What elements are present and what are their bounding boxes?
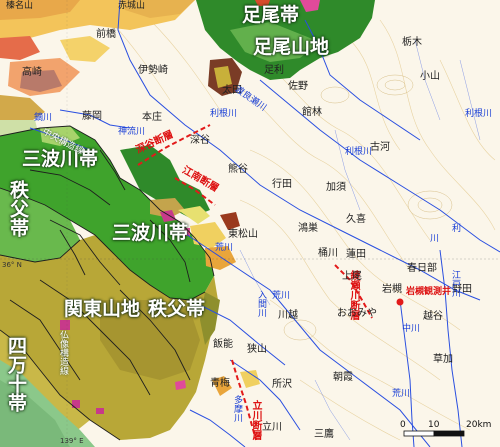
sanbagawa-central-label: 三波川帯	[112, 222, 189, 244]
city-konosu: 鴻巣	[298, 223, 318, 234]
city-kuki: 久喜	[346, 214, 366, 225]
mountain-akagi: 赤城山	[118, 1, 146, 11]
city-ageo: 上尾	[342, 271, 362, 282]
city-soka: 草加	[433, 354, 453, 365]
city-honjo: 本庄	[142, 112, 162, 123]
city-tochigi: 栃木	[402, 37, 422, 48]
city-koshigaya: 越谷	[423, 311, 443, 322]
river-label-tone-4: 利根川	[465, 109, 493, 119]
city-hanno: 飯能	[213, 339, 233, 350]
river-label-kabura: 鏑川	[34, 113, 53, 123]
river-label-kanna: 神流川	[118, 127, 146, 137]
scale-bar	[403, 430, 465, 437]
city-tatebayashi: 館林	[302, 107, 322, 118]
city-takasaki: 高崎	[22, 67, 42, 78]
city-oyama: 小山	[420, 71, 440, 82]
iwatsuki-well-marker	[396, 298, 404, 306]
map-svg	[0, 0, 500, 447]
city-ashikaga: 足利	[264, 65, 284, 76]
chichibu-south-label: 秩父帯	[148, 298, 206, 320]
city-fukaya: 深谷	[190, 135, 210, 146]
latitude-label: 36° N	[2, 261, 22, 269]
scale-label-10: 10	[428, 420, 440, 430]
scale-label-0: 0	[400, 420, 406, 430]
city-ome: 青梅	[210, 378, 230, 389]
kanto-mountains-label: 関東山地	[64, 298, 141, 320]
city-okegawa: 桶川	[318, 248, 338, 259]
city-kumagaya: 熊谷	[228, 164, 248, 175]
city-kazo: 加須	[326, 182, 346, 193]
city-hasuda: 蓮田	[346, 249, 366, 260]
ashio-mountains-label: 足尾山地	[253, 36, 330, 58]
city-higashimatsuyama: 東松山	[228, 229, 258, 240]
river-label-tone-1: 利根川	[210, 109, 238, 119]
river-label-kinu: 川	[430, 234, 440, 244]
river-label-edo: 江戸川	[450, 270, 460, 297]
city-asaka: 朝霞	[333, 372, 353, 383]
butsuzo-tectonic-line-label: 仏像構造線	[58, 330, 68, 375]
river-label-ara-1: 荒川	[215, 243, 234, 253]
longitude-label: 139° E	[60, 437, 84, 445]
river-label-tone-2: 利根川	[345, 147, 373, 157]
river-label-tone-3: 利	[452, 224, 462, 234]
city-tachikawa: 立川	[262, 422, 282, 433]
chichibu-west-label: 秩父帯	[7, 180, 29, 237]
river-label-iruma: 入間川	[256, 290, 266, 317]
scale-label-20km: 20km	[466, 420, 492, 430]
city-isesaki: 伊勢崎	[138, 65, 168, 76]
city-mitaka: 三鷹	[314, 429, 334, 440]
ashio-belt-label: 足尾帯	[242, 4, 300, 26]
shimanto-label: 四万十帯	[5, 336, 27, 412]
city-koga: 古河	[370, 142, 390, 153]
city-maebashi: 前橋	[96, 29, 116, 40]
river-label-ara-2: 荒川	[272, 291, 291, 301]
city-sayama: 狭山	[247, 344, 267, 355]
river-label-tama: 多摩川	[232, 395, 242, 422]
geologic-map: 足尾帯 足尾山地 三波川帯 秩父帯 三波川帯 関東山地 秩父帯 四万十帯 中央構…	[0, 0, 500, 447]
city-omiya: おおみや	[337, 308, 377, 319]
city-kawagoe: 川越	[278, 310, 298, 321]
city-iwatsuki: 岩槻	[382, 284, 402, 295]
mountain-haruna: 榛名山	[6, 1, 34, 11]
city-tokorozawa: 所沢	[272, 379, 292, 390]
sanbagawa-nw-label: 三波川帯	[22, 148, 99, 170]
fault-label-tachikawa: 立川断層	[250, 400, 261, 440]
iwatsuki-well-label: 岩槻観測井	[406, 287, 452, 297]
city-fujioka: 藤岡	[82, 111, 102, 122]
city-sano: 佐野	[288, 81, 308, 92]
city-gyoda: 行田	[272, 179, 292, 190]
river-label-naka: 中川	[402, 324, 421, 334]
river-label-ara-3: 荒川	[392, 389, 411, 399]
city-kasukabe: 春日部	[407, 263, 437, 274]
